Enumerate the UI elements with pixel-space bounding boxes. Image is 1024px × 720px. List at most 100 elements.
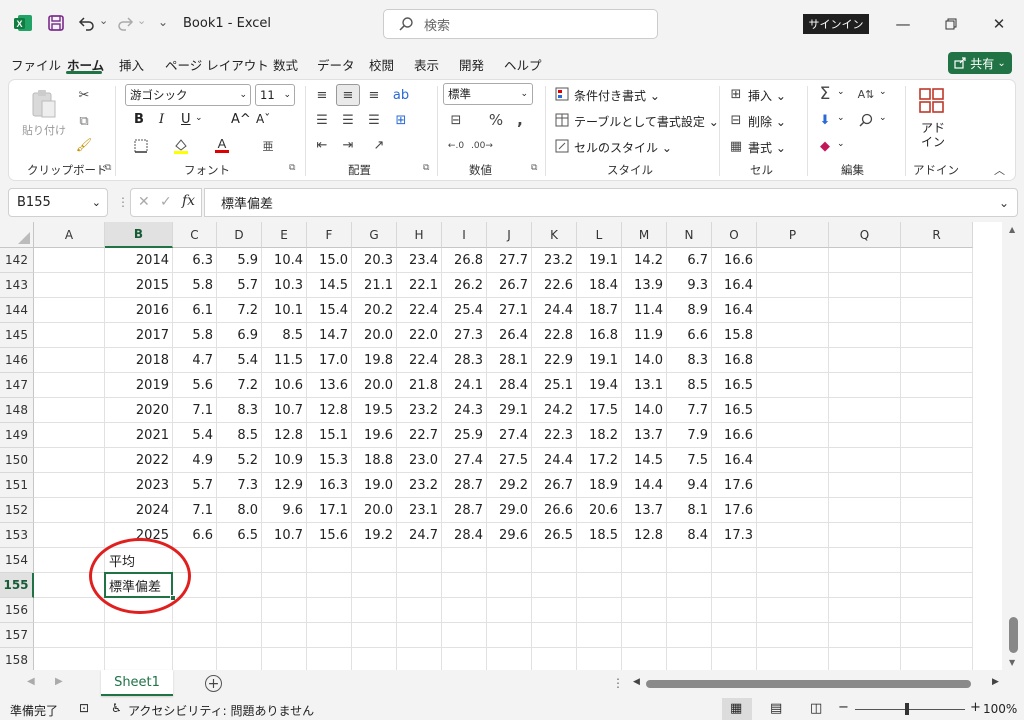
comma-style-icon[interactable]: , — [513, 111, 527, 129]
cell-h153[interactable]: 24.7 — [397, 523, 442, 548]
cell-k145[interactable]: 22.8 — [532, 323, 577, 348]
merge-icon[interactable]: ⊞ — [391, 111, 411, 129]
cell-j152[interactable]: 29.0 — [487, 498, 532, 523]
cell-e142[interactable]: 10.4 — [262, 248, 307, 273]
cell-l147[interactable]: 19.4 — [577, 373, 622, 398]
cell-j153[interactable]: 29.6 — [487, 523, 532, 548]
cell-d156[interactable] — [217, 598, 262, 623]
page-layout-view-icon[interactable]: ▤ — [770, 701, 782, 716]
cell-g158[interactable] — [352, 648, 397, 670]
cell-c150[interactable]: 4.9 — [173, 448, 217, 473]
find-select-dropdown-icon[interactable]: ⌄ — [879, 113, 887, 123]
cell-r147[interactable] — [901, 373, 973, 398]
column-header-q[interactable]: Q — [829, 222, 901, 248]
cell-d150[interactable]: 5.2 — [217, 448, 262, 473]
clear-icon[interactable]: ◆ — [815, 137, 835, 155]
collapse-ribbon-icon[interactable]: ︿ — [994, 162, 1005, 178]
column-header-m[interactable]: M — [622, 222, 667, 248]
cell-r145[interactable] — [901, 323, 973, 348]
font-launcher-icon[interactable]: ⧉ — [289, 163, 295, 173]
cell-d149[interactable]: 8.5 — [217, 423, 262, 448]
cell-d152[interactable]: 8.0 — [217, 498, 262, 523]
column-header-h[interactable]: H — [397, 222, 442, 248]
cell-c151[interactable]: 5.7 — [173, 473, 217, 498]
cell-a156[interactable] — [34, 598, 105, 623]
formula-bar-handle-icon[interactable]: ⋮ — [117, 195, 129, 209]
cell-b151[interactable]: 2023 — [105, 473, 173, 498]
fill-color-icon[interactable] — [171, 136, 191, 156]
font-color-icon[interactable]: A — [212, 135, 232, 155]
delete-cells-button[interactable]: 削除 ⌄ — [748, 113, 786, 130]
cell-q143[interactable] — [829, 273, 901, 298]
increase-indent-icon[interactable]: ⇥ — [339, 136, 357, 154]
row-header[interactable]: 143 — [0, 273, 34, 298]
cell-n145[interactable]: 6.6 — [667, 323, 712, 348]
cell-q158[interactable] — [829, 648, 901, 670]
cell-b156[interactable] — [105, 598, 173, 623]
row-header[interactable]: 155 — [0, 573, 34, 598]
cell-l150[interactable]: 17.2 — [577, 448, 622, 473]
column-header-i[interactable]: I — [442, 222, 487, 248]
cell-o150[interactable]: 16.4 — [712, 448, 757, 473]
cell-m155[interactable] — [622, 573, 667, 598]
cell-r154[interactable] — [901, 548, 973, 573]
addins-button[interactable]: アドイン — [921, 121, 945, 149]
cell-f149[interactable]: 15.1 — [307, 423, 352, 448]
cell-i142[interactable]: 26.8 — [442, 248, 487, 273]
cell-g144[interactable]: 20.2 — [352, 298, 397, 323]
cell-e155[interactable] — [262, 573, 307, 598]
cell-l149[interactable]: 18.2 — [577, 423, 622, 448]
cell-q146[interactable] — [829, 348, 901, 373]
tab-page-layout[interactable]: ページ レイアウト — [165, 55, 269, 74]
cell-e150[interactable]: 10.9 — [262, 448, 307, 473]
cell-d143[interactable]: 5.7 — [217, 273, 262, 298]
cell-k152[interactable]: 26.6 — [532, 498, 577, 523]
align-center-icon[interactable]: ☰ — [339, 111, 357, 129]
cell-p149[interactable] — [757, 423, 829, 448]
cell-f155[interactable] — [307, 573, 352, 598]
cell-p155[interactable] — [757, 573, 829, 598]
autosum-dropdown-icon[interactable]: ⌄ — [837, 87, 845, 97]
cell-o145[interactable]: 15.8 — [712, 323, 757, 348]
accounting-format-icon[interactable]: ⊟ — [445, 111, 467, 129]
cell-g147[interactable]: 20.0 — [352, 373, 397, 398]
cell-r144[interactable] — [901, 298, 973, 323]
cell-styles-button[interactable]: セルのスタイル ⌄ — [574, 139, 672, 156]
cell-n155[interactable] — [667, 573, 712, 598]
cell-c158[interactable] — [173, 648, 217, 670]
cell-a158[interactable] — [34, 648, 105, 670]
sheet-tab-sheet1[interactable]: Sheet1 — [101, 670, 173, 696]
cell-m146[interactable]: 14.0 — [622, 348, 667, 373]
cell-m154[interactable] — [622, 548, 667, 573]
zoom-slider[interactable] — [855, 709, 965, 710]
cell-i152[interactable]: 28.7 — [442, 498, 487, 523]
cell-o149[interactable]: 16.6 — [712, 423, 757, 448]
insert-function-button[interactable]: fx — [182, 193, 195, 209]
column-header-l[interactable]: L — [577, 222, 622, 248]
row-header[interactable]: 151 — [0, 473, 34, 498]
cell-h144[interactable]: 22.4 — [397, 298, 442, 323]
cell-e147[interactable]: 10.6 — [262, 373, 307, 398]
cell-q145[interactable] — [829, 323, 901, 348]
cell-q157[interactable] — [829, 623, 901, 648]
cell-p150[interactable] — [757, 448, 829, 473]
cell-n147[interactable]: 8.5 — [667, 373, 712, 398]
percent-icon[interactable]: % — [487, 111, 505, 129]
cell-h152[interactable]: 23.1 — [397, 498, 442, 523]
cell-p154[interactable] — [757, 548, 829, 573]
column-header-p[interactable]: P — [757, 222, 829, 248]
cell-i148[interactable]: 24.3 — [442, 398, 487, 423]
cell-l144[interactable]: 18.7 — [577, 298, 622, 323]
cell-g146[interactable]: 19.8 — [352, 348, 397, 373]
cell-i158[interactable] — [442, 648, 487, 670]
cell-o152[interactable]: 17.6 — [712, 498, 757, 523]
shrink-font-button[interactable]: Aˇ — [256, 112, 270, 126]
row-header[interactable]: 146 — [0, 348, 34, 373]
redo-dropdown[interactable]: ⌄ — [137, 14, 146, 27]
row-header[interactable]: 147 — [0, 373, 34, 398]
fill-icon[interactable]: ⬇ — [815, 111, 835, 129]
cell-d146[interactable]: 5.4 — [217, 348, 262, 373]
zoom-slider-thumb[interactable] — [905, 703, 909, 715]
alignment-launcher-icon[interactable]: ⧉ — [423, 163, 429, 173]
row-header[interactable]: 142 — [0, 248, 34, 273]
